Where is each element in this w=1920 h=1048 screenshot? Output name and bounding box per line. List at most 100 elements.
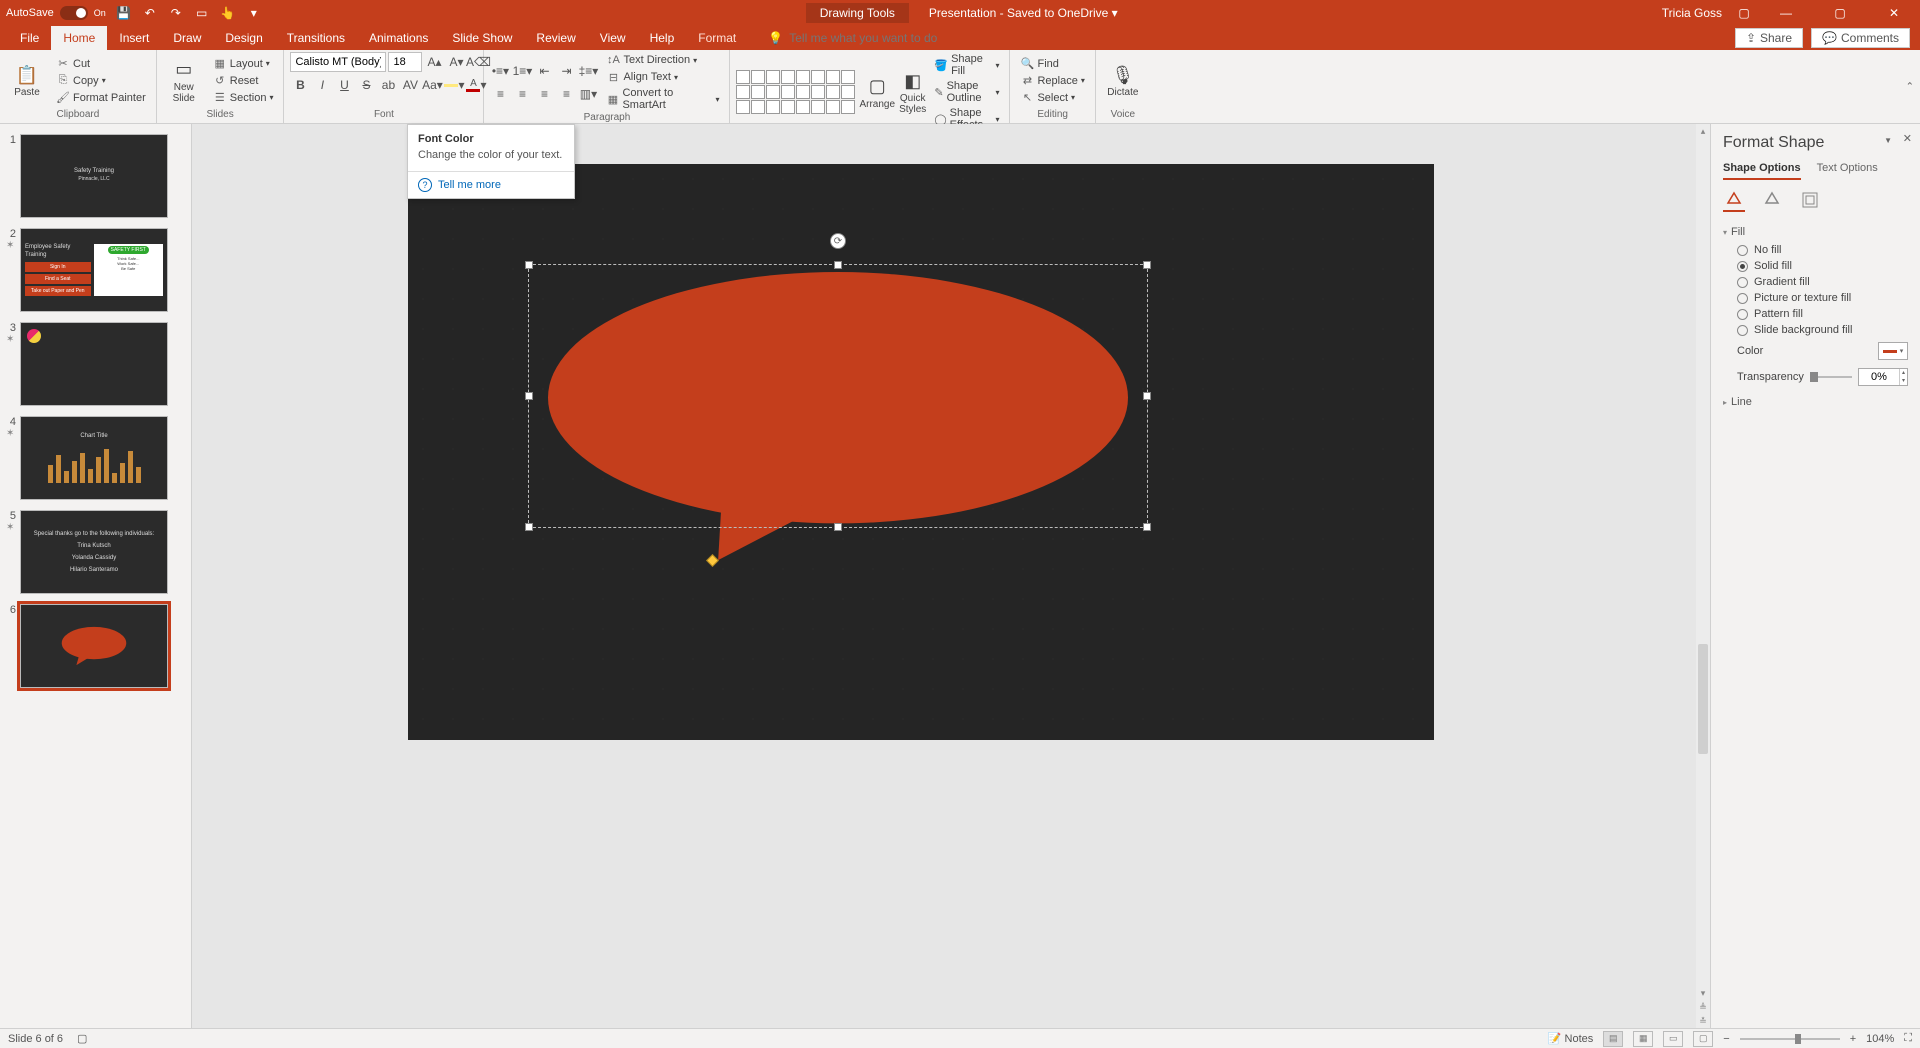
- font-size-combo[interactable]: [388, 52, 422, 72]
- tab-format[interactable]: Format: [686, 26, 748, 50]
- zoom-in-button[interactable]: +: [1850, 1033, 1856, 1045]
- replace-button[interactable]: ⇄Replace ▾: [1016, 73, 1088, 89]
- bullets-button[interactable]: •≡▾: [490, 61, 510, 81]
- fit-to-window-button[interactable]: ⛶: [1904, 1032, 1912, 1045]
- pane-tab-shape-options[interactable]: Shape Options: [1723, 162, 1801, 180]
- bold-button[interactable]: B: [290, 75, 310, 95]
- resize-handle-w[interactable]: [525, 392, 533, 400]
- collapse-ribbon-button[interactable]: ⌃: [1906, 81, 1914, 92]
- align-center-button[interactable]: ≡: [512, 84, 532, 104]
- resize-handle-s[interactable]: [834, 523, 842, 531]
- restore-button[interactable]: ▢: [1820, 0, 1860, 26]
- reading-view-button[interactable]: ▭: [1663, 1031, 1683, 1047]
- columns-button[interactable]: ▥▾: [578, 84, 598, 104]
- dictate-button[interactable]: 🎙Dictate: [1102, 53, 1144, 109]
- fill-color-picker[interactable]: [1878, 342, 1908, 360]
- convert-smartart-button[interactable]: ▦Convert to SmartArt ▾: [602, 86, 723, 112]
- increase-indent-button[interactable]: ⇥: [556, 61, 576, 81]
- justify-button[interactable]: ≡: [556, 84, 576, 104]
- close-button[interactable]: ✕: [1874, 0, 1914, 26]
- align-text-button[interactable]: ⊟Align Text ▾: [602, 69, 723, 85]
- transparency-slider[interactable]: [1810, 376, 1852, 378]
- tab-insert[interactable]: Insert: [107, 26, 161, 50]
- zoom-slider[interactable]: [1740, 1038, 1840, 1040]
- strikethrough-button[interactable]: S: [356, 75, 376, 95]
- pane-tab-text-options[interactable]: Text Options: [1817, 162, 1878, 180]
- normal-view-button[interactable]: ▤: [1603, 1031, 1623, 1047]
- resize-handle-ne[interactable]: [1143, 261, 1151, 269]
- slide-indicator[interactable]: Slide 6 of 6: [8, 1033, 63, 1045]
- resize-handle-se[interactable]: [1143, 523, 1151, 531]
- align-right-button[interactable]: ≡: [534, 84, 554, 104]
- scroll-down-icon[interactable]: ▾: [1696, 986, 1710, 1000]
- tell-me-search[interactable]: 💡: [768, 26, 989, 50]
- spin-down-icon[interactable]: ▾: [1900, 377, 1907, 385]
- tab-view[interactable]: View: [588, 26, 638, 50]
- tab-design[interactable]: Design: [213, 26, 274, 50]
- comments-button[interactable]: 💬Comments: [1811, 28, 1910, 48]
- underline-button[interactable]: U: [334, 75, 354, 95]
- cut-button[interactable]: ✂Cut: [52, 56, 150, 72]
- section-button[interactable]: ☰Section ▾: [209, 90, 278, 106]
- tab-help[interactable]: Help: [638, 26, 687, 50]
- resize-handle-sw[interactable]: [525, 523, 533, 531]
- highlight-button[interactable]: ▾: [444, 75, 464, 95]
- transparency-value-input[interactable]: [1859, 371, 1899, 383]
- radio-solid-fill[interactable]: Solid fill: [1723, 258, 1908, 274]
- start-from-beginning-icon[interactable]: ▭: [194, 5, 210, 21]
- resize-handle-nw[interactable]: [525, 261, 533, 269]
- rotation-handle[interactable]: ⟳: [830, 233, 846, 249]
- slide-thumbnail-3[interactable]: [20, 322, 168, 406]
- numbering-button[interactable]: 1≡▾: [512, 61, 532, 81]
- tab-transitions[interactable]: Transitions: [275, 26, 357, 50]
- undo-icon[interactable]: ↶: [142, 5, 158, 21]
- notes-button[interactable]: 📝 Notes: [1548, 1032, 1594, 1045]
- previous-slide-icon[interactable]: ≜: [1696, 1000, 1710, 1014]
- slideshow-view-button[interactable]: ▢: [1693, 1031, 1713, 1047]
- radio-slide-bg-fill[interactable]: Slide background fill: [1723, 322, 1908, 338]
- scroll-thumb[interactable]: [1698, 644, 1708, 754]
- decrease-indent-button[interactable]: ⇤: [534, 61, 554, 81]
- effects-pane-icon[interactable]: [1761, 190, 1783, 212]
- slide-thumbnail-4[interactable]: Chart Title: [20, 416, 168, 500]
- fill-line-icon[interactable]: [1723, 190, 1745, 212]
- scroll-up-icon[interactable]: ▴: [1696, 124, 1710, 138]
- paste-button[interactable]: 📋 Paste: [6, 53, 48, 109]
- layout-button[interactable]: ▦Layout ▾: [209, 56, 278, 72]
- radio-picture-fill[interactable]: Picture or texture fill: [1723, 290, 1908, 306]
- radio-no-fill[interactable]: No fill: [1723, 242, 1908, 258]
- shape-fill-button[interactable]: 🪣Shape Fill ▾: [930, 52, 1003, 78]
- shape-outline-button[interactable]: ✎Shape Outline ▾: [930, 79, 1003, 105]
- size-properties-icon[interactable]: [1799, 190, 1821, 212]
- ribbon-display-icon[interactable]: ▢: [1736, 5, 1752, 21]
- save-icon[interactable]: 💾: [116, 5, 132, 21]
- tab-file[interactable]: File: [8, 26, 51, 50]
- change-case-button[interactable]: Aa▾: [422, 75, 442, 95]
- qat-customize-icon[interactable]: ▾: [246, 5, 262, 21]
- zoom-out-button[interactable]: −: [1723, 1033, 1729, 1045]
- resize-handle-n[interactable]: [834, 261, 842, 269]
- slide-thumbnail-1[interactable]: Safety TrainingPinnacle, LLC: [20, 134, 168, 218]
- document-title[interactable]: Presentation - Saved to OneDrive ▾: [929, 6, 1118, 20]
- increase-font-size-button[interactable]: A▴: [424, 52, 444, 72]
- slide-sorter-button[interactable]: ▦: [1633, 1031, 1653, 1047]
- char-spacing-button[interactable]: AV: [400, 75, 420, 95]
- slide-thumbnail-2[interactable]: Employee Safety Training Sign In Find a …: [20, 228, 168, 312]
- share-button[interactable]: ⇪Share: [1735, 28, 1803, 48]
- font-name-combo[interactable]: [290, 52, 386, 72]
- font-color-button[interactable]: A▾: [466, 75, 486, 95]
- decrease-font-size-button[interactable]: A▾: [446, 52, 466, 72]
- pane-close-button[interactable]: ✕: [1903, 132, 1912, 145]
- slide-canvas-area[interactable]: ⟳ ▴ ▾ ≜ ≛: [192, 124, 1710, 1028]
- next-slide-icon[interactable]: ≛: [1696, 1014, 1710, 1028]
- slide-6[interactable]: ⟳: [408, 164, 1434, 740]
- autosave-toggle[interactable]: AutoSave On: [6, 6, 106, 20]
- reset-button[interactable]: ↺Reset: [209, 73, 278, 89]
- user-name[interactable]: Tricia Goss: [1662, 6, 1722, 20]
- find-button[interactable]: 🔍Find: [1016, 56, 1088, 72]
- radio-gradient-fill[interactable]: Gradient fill: [1723, 274, 1908, 290]
- tab-review[interactable]: Review: [524, 26, 587, 50]
- minimize-button[interactable]: —: [1766, 0, 1806, 26]
- slide-thumbnail-5[interactable]: Special thanks go to the following indiv…: [20, 510, 168, 594]
- shapes-gallery[interactable]: [736, 70, 855, 114]
